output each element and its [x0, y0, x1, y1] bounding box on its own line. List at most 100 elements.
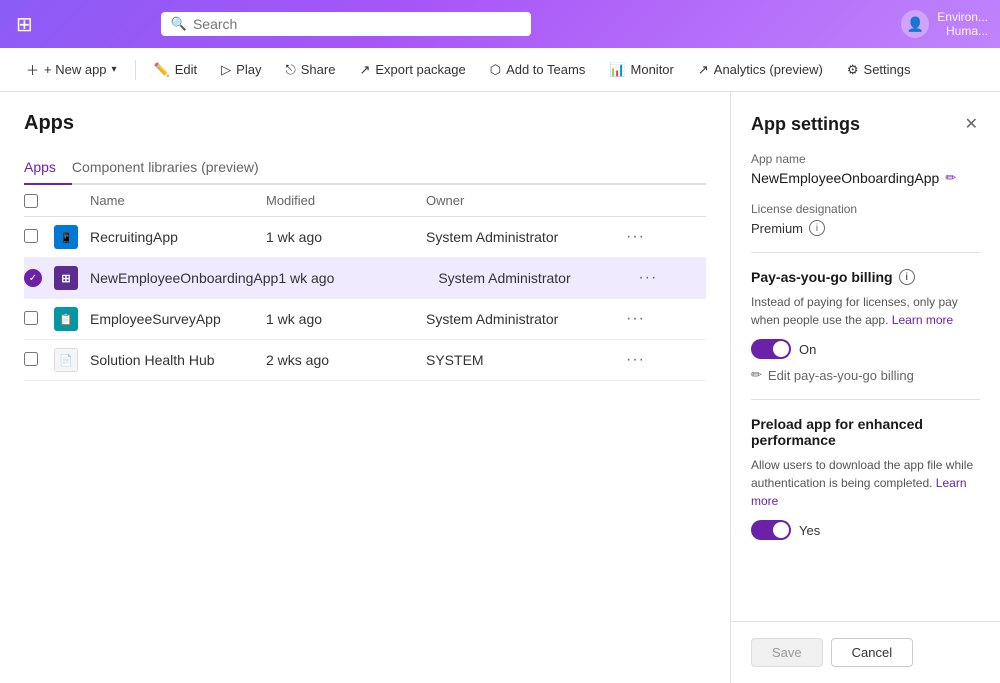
app-name-field: App name NewEmployeeOnboardingApp ✏	[751, 152, 980, 186]
pay-as-you-go-label: Pay-as-you-go billing	[751, 269, 893, 285]
app-name-value: NewEmployeeOnboardingApp ✏	[751, 170, 980, 186]
edit-icon: ✏️	[154, 62, 170, 78]
close-panel-button[interactable]: ✕	[963, 112, 980, 136]
col-modified-header[interactable]: Modified	[266, 193, 426, 208]
table-header: Name Modified Owner	[24, 185, 706, 217]
main-content: Apps Apps Component libraries (preview) …	[0, 92, 1000, 683]
cancel-button[interactable]: Cancel	[831, 638, 913, 667]
plus-icon: ＋	[26, 60, 39, 79]
app-icon: ⊞	[54, 266, 90, 290]
edit-billing-label: Edit pay-as-you-go billing	[768, 368, 914, 383]
table-row[interactable]: ✓ ⊞ NewEmployeeOnboardingApp 1 wk ago Sy…	[24, 258, 706, 299]
row-checkbox[interactable]	[24, 229, 54, 246]
share-icon: ⎋	[285, 62, 295, 78]
search-box[interactable]: 🔍	[161, 12, 531, 36]
col-actions-header	[626, 193, 706, 208]
pay-as-you-go-section: Pay-as-you-go billing i Instead of payin…	[751, 269, 980, 383]
play-icon: ▷	[221, 62, 231, 78]
monitor-button[interactable]: 📊 Monitor	[599, 57, 684, 83]
pay-as-you-go-desc: Instead of paying for licenses, only pay…	[751, 293, 980, 329]
billing-toggle-row: On	[751, 339, 980, 359]
share-label: Share	[301, 62, 336, 77]
app-name: Solution Health Hub	[90, 352, 266, 368]
search-input[interactable]	[193, 16, 521, 32]
col-owner-header[interactable]: Owner	[426, 193, 626, 208]
app-modified: 2 wks ago	[266, 352, 426, 368]
pay-as-you-go-title: Pay-as-you-go billing i	[751, 269, 980, 285]
more-options-icon[interactable]: ···	[626, 228, 706, 246]
app-icon: 📋	[54, 307, 90, 331]
settings-button[interactable]: ⚙ Settings	[837, 57, 921, 83]
save-button[interactable]: Save	[751, 638, 823, 667]
billing-toggle-label: On	[799, 342, 816, 357]
edit-billing-button[interactable]: ✏ Edit pay-as-you-go billing	[751, 367, 980, 383]
more-options-icon[interactable]: ···	[626, 351, 706, 369]
analytics-button[interactable]: ↗ Analytics (preview)	[688, 57, 833, 83]
toolbar-divider	[135, 60, 136, 80]
export-icon: ↗	[359, 62, 370, 78]
learn-more-billing-link[interactable]: Learn more	[892, 313, 953, 327]
app-icon: 📄	[54, 348, 90, 372]
edit-billing-icon: ✏	[751, 367, 762, 383]
top-right-info: 👤 Environ... Huma...	[901, 10, 988, 38]
license-value: Premium i	[751, 220, 980, 236]
app-owner: System Administrator	[426, 311, 626, 327]
tab-component-libraries[interactable]: Component libraries (preview)	[72, 151, 275, 185]
row-selected-indicator: ✓	[24, 269, 54, 287]
billing-info-icon[interactable]: i	[899, 269, 915, 285]
preload-desc: Allow users to download the app file whi…	[751, 456, 980, 510]
tabs-container: Apps Component libraries (preview)	[24, 151, 706, 185]
svg-text:📱: 📱	[60, 231, 72, 244]
tab-apps[interactable]: Apps	[24, 151, 72, 185]
row-checkbox[interactable]	[24, 311, 54, 328]
table-row[interactable]: 📱 RecruitingApp 1 wk ago System Administ…	[24, 217, 706, 258]
col-checkbox	[24, 193, 54, 208]
search-icon: 🔍	[171, 16, 187, 32]
toolbar: ＋ + New app ▾ ✏️ Edit ▷ Play ⎋ Share ↗ E…	[0, 48, 1000, 92]
app-modified: 1 wk ago	[266, 311, 426, 327]
analytics-label: Analytics (preview)	[714, 62, 823, 77]
table-row[interactable]: 📋 EmployeeSurveyApp 1 wk ago System Admi…	[24, 299, 706, 340]
divider	[751, 252, 980, 253]
chevron-down-icon: ▾	[112, 64, 117, 75]
apps-table: Name Modified Owner 📱	[24, 185, 706, 381]
billing-toggle[interactable]	[751, 339, 791, 359]
preload-toggle[interactable]	[751, 520, 791, 540]
left-panel: Apps Apps Component libraries (preview) …	[0, 92, 730, 683]
license-badge: Premium	[751, 221, 803, 236]
page-title: Apps	[24, 112, 706, 135]
more-options-icon[interactable]: ···	[638, 269, 718, 287]
app-owner: SYSTEM	[426, 352, 626, 368]
app-modified: 1 wk ago	[266, 229, 426, 245]
play-label: Play	[236, 62, 261, 77]
env-name: Environ...	[937, 10, 988, 24]
app-owner: System Administrator	[426, 229, 626, 245]
preload-label: Preload app for enhanced performance	[751, 416, 980, 448]
col-icon	[54, 193, 90, 208]
license-field: License designation Premium i	[751, 202, 980, 236]
check-circle-icon: ✓	[24, 269, 42, 287]
play-button[interactable]: ▷ Play	[211, 57, 271, 83]
export-package-button[interactable]: ↗ Export package	[349, 57, 475, 83]
preload-title: Preload app for enhanced performance	[751, 416, 980, 448]
app-modified: 1 wk ago	[278, 270, 438, 286]
edit-app-name-icon[interactable]: ✏	[945, 170, 956, 186]
more-options-icon[interactable]: ···	[626, 310, 706, 328]
add-to-teams-button[interactable]: ⬡ Add to Teams	[480, 57, 596, 83]
edit-button[interactable]: ✏️ Edit	[144, 57, 208, 83]
top-bar: ⊞ 🔍 👤 Environ... Huma...	[0, 0, 1000, 48]
col-name-label: Name	[90, 193, 125, 208]
share-button[interactable]: ⎋ Share	[275, 57, 345, 83]
analytics-icon: ↗	[698, 62, 709, 78]
environment-info: Environ... Huma...	[937, 10, 988, 38]
select-all-checkbox[interactable]	[24, 194, 38, 208]
user-avatar-icon: 👤	[901, 10, 929, 38]
table-row[interactable]: 📄 Solution Health Hub 2 wks ago SYSTEM ·…	[24, 340, 706, 381]
monitor-label: Monitor	[631, 62, 674, 77]
row-checkbox[interactable]	[24, 352, 54, 369]
col-name-header[interactable]: Name	[90, 193, 266, 208]
settings-label: Settings	[864, 62, 911, 77]
preload-section: Preload app for enhanced performance All…	[751, 416, 980, 540]
license-info-icon[interactable]: i	[809, 220, 825, 236]
new-app-button[interactable]: ＋ + New app ▾	[16, 55, 127, 84]
